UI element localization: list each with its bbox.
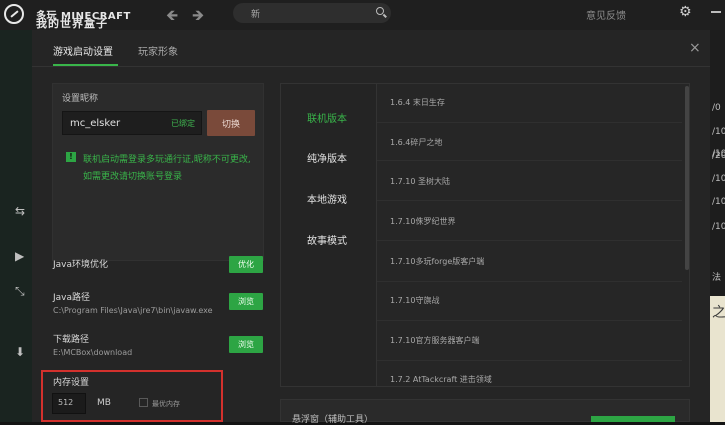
browse-download-button[interactable]: 浏览 (229, 336, 263, 353)
gear-icon[interactable]: ⚙ (679, 4, 692, 20)
download-path-title: 下载路径 (53, 335, 90, 345)
search-icon[interactable] (376, 7, 384, 15)
tool-toggle-button[interactable] (591, 416, 675, 422)
optimal-memory-checkbox[interactable] (139, 398, 148, 407)
feedback-link[interactable]: 意见反馈 (586, 7, 626, 22)
tool-panel-label: 悬浮窗（辅助工具） (292, 415, 374, 425)
play-icon[interactable]: ▶ (15, 249, 24, 263)
logo-icon (4, 4, 24, 24)
version-item[interactable]: 1.7.10官方服务器客户端 (390, 335, 479, 346)
memory-title: 内存设置 (53, 378, 90, 388)
search-text: 新 (251, 10, 261, 20)
bound-status: 已绑定 (171, 119, 195, 128)
background-text: /0 (712, 103, 721, 113)
version-divider (377, 160, 682, 161)
background-text: /10 (712, 127, 725, 137)
version-item[interactable]: 1.7.10多玩forge版客户端 (390, 256, 484, 267)
optimize-button[interactable]: 优化 (229, 256, 263, 273)
category-online[interactable]: 联机版本 (307, 110, 347, 125)
version-item[interactable]: 1.7.2 AtTackcraft 进击领域 (390, 374, 492, 384)
memory-unit: MB (97, 398, 111, 408)
category-divider (376, 84, 377, 386)
browse-java-button[interactable]: 浏览 (229, 293, 263, 310)
memory-value: 512 (58, 398, 74, 407)
version-divider (377, 281, 682, 282)
background-text: 之 (712, 305, 725, 321)
background-text: /10 (712, 197, 725, 207)
nickname-note: 联机启动需登录多玩通行证,昵称不可更改, (83, 155, 251, 165)
tab-player-skin[interactable]: 玩家形象 (138, 43, 178, 58)
download-icon[interactable]: ⬇ (15, 345, 25, 359)
left-sidebar (0, 30, 32, 422)
version-divider (377, 360, 682, 361)
background-text: /10 (712, 222, 725, 232)
download-path-value: E:\MCBox\download (53, 348, 133, 357)
java-path-title: Java路径 (53, 293, 91, 303)
version-item[interactable]: 1.7.10守旗战 (390, 295, 439, 306)
info-icon: ! (66, 152, 76, 162)
category-story[interactable]: 故事模式 (307, 232, 347, 247)
version-item[interactable]: 1.7.10 圣树大陆 (390, 176, 450, 187)
version-item[interactable]: 1.6.4碎尸之地 (390, 137, 442, 148)
version-item[interactable]: 1.7.10侏罗纪世界 (390, 216, 455, 227)
version-scrollbar[interactable] (685, 86, 689, 270)
version-item[interactable]: 1.6.4 末日生存 (390, 97, 445, 108)
version-divider (377, 200, 682, 201)
java-path-value: C:\Program Files\Java\jre7\bin\javaw.exe (53, 306, 213, 315)
java-env-title: Java环境优化 (53, 260, 109, 270)
minimize-icon[interactable] (711, 11, 721, 13)
nickname-value: mc_elsker (70, 118, 121, 129)
background-text: /10 (712, 174, 725, 184)
background-text: /20 (712, 151, 725, 161)
switch-account-button[interactable]: 切换 (207, 110, 255, 136)
nickname-label: 设置昵称 (62, 94, 99, 104)
logo-subtitle: 我的世界盒子 (36, 18, 108, 30)
version-divider (377, 240, 682, 241)
switch-icon[interactable]: ⇆ (15, 204, 25, 218)
close-icon[interactable]: × (689, 40, 701, 56)
tab-launch-settings[interactable]: 游戏启动设置 (53, 43, 113, 58)
tab-divider (32, 66, 710, 67)
background-text: 法 (712, 273, 722, 283)
category-vanilla[interactable]: 纯净版本 (307, 150, 347, 165)
category-local[interactable]: 本地游戏 (307, 191, 347, 206)
tools-icon[interactable]: ⤡ (15, 284, 25, 299)
nickname-note: 如需更改请切换账号登录 (83, 172, 183, 182)
forward-arrow-icon[interactable]: 🡺 (192, 5, 204, 30)
back-arrow-icon[interactable]: 🡸 (166, 5, 178, 30)
version-divider (377, 122, 682, 123)
optimal-memory-label: 最优内存 (152, 400, 180, 408)
version-divider (377, 320, 682, 321)
